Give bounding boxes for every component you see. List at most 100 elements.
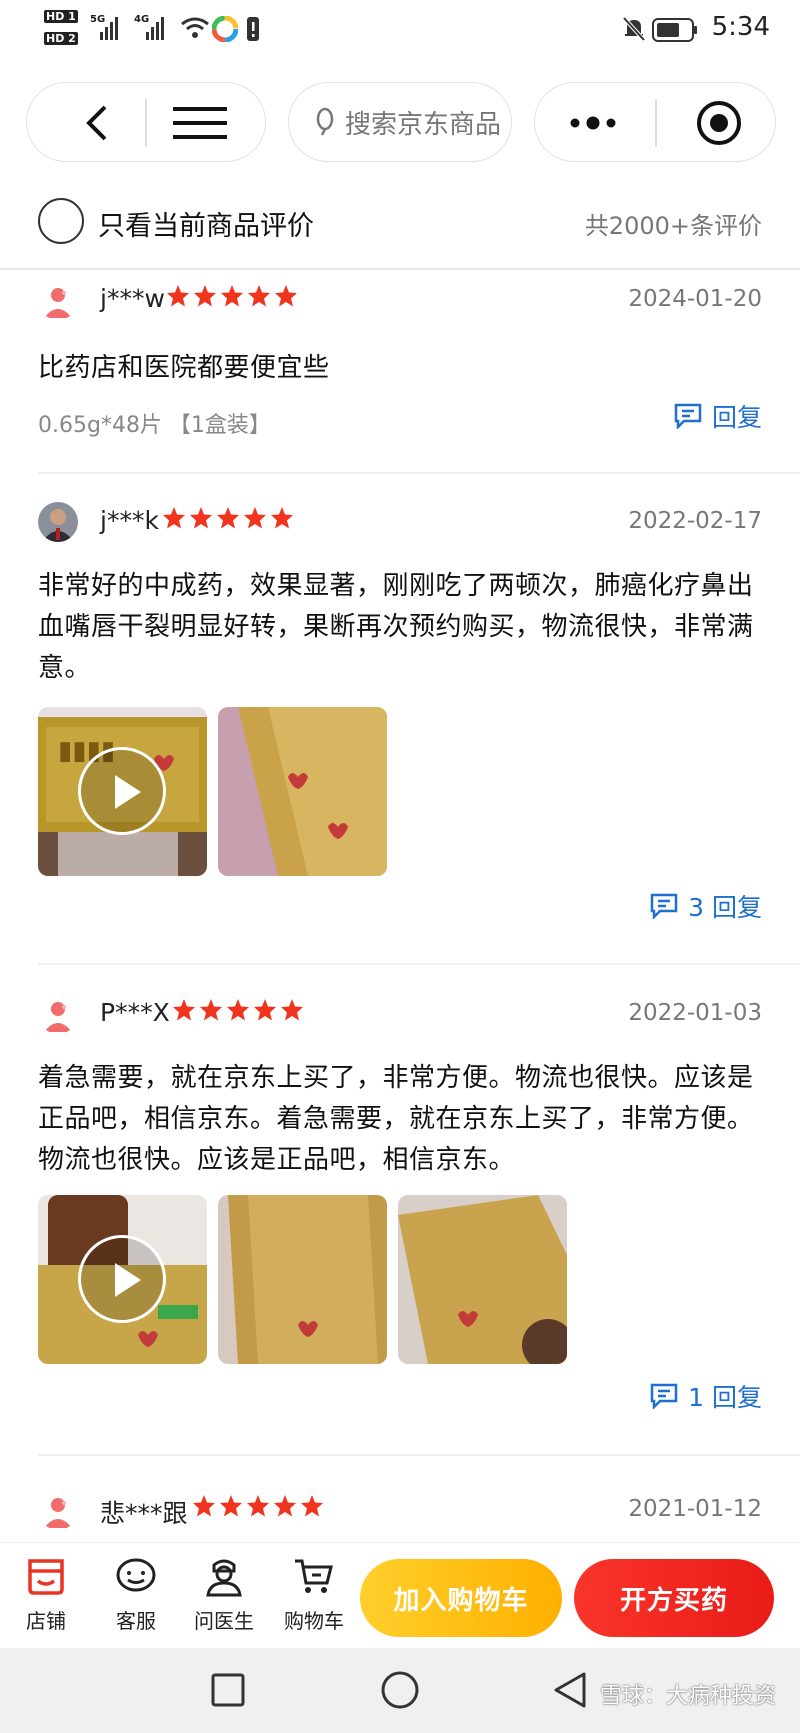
review-separator xyxy=(38,963,800,965)
username: j***w xyxy=(100,284,165,313)
rating-stars xyxy=(192,1494,324,1518)
username: 悲***跟 xyxy=(100,1499,188,1528)
back-arrow-icon[interactable] xyxy=(77,103,117,143)
review-date: 2022-02-17 xyxy=(628,508,762,534)
review-photo[interactable] xyxy=(218,1195,387,1364)
doctor-icon xyxy=(206,1559,242,1597)
tab-ask-doctor[interactable]: 问医生 xyxy=(184,1557,264,1634)
top-nav: 搜索京东商品 xyxy=(0,82,800,162)
review-date: 2022-01-03 xyxy=(628,1000,762,1026)
star-icon xyxy=(227,999,249,1021)
avatar xyxy=(38,994,78,1034)
watermark-text: 雪球：大病种投资 xyxy=(599,1684,776,1709)
review-video[interactable] xyxy=(38,1195,207,1364)
reply-button[interactable]: 1 回复 xyxy=(650,1378,762,1414)
star-icon xyxy=(244,507,266,529)
bottom-action-bar: 店铺 客服 问医生 购物车 加入购物车 开方买药 xyxy=(0,1542,800,1648)
chat-icon xyxy=(116,1558,156,1592)
close-target-icon[interactable] xyxy=(695,99,743,147)
username: P***X xyxy=(100,998,170,1027)
tab-label: 店铺 xyxy=(26,1609,66,1633)
product-spec: 0.65g*48片 【1盒装】 xyxy=(38,413,271,438)
review-item: j***w 2024-01-20 比药店和医院都要便宜些 0.65g*48片 【… xyxy=(38,280,762,439)
reply-button[interactable]: 回复 xyxy=(674,398,762,434)
review-media xyxy=(38,1195,762,1364)
play-icon xyxy=(78,747,166,835)
star-icon xyxy=(275,285,297,307)
avatar xyxy=(38,280,78,320)
star-icon xyxy=(163,507,185,529)
star-icon xyxy=(200,999,222,1021)
star-icon xyxy=(281,999,303,1021)
username: j***k xyxy=(100,506,159,535)
star-icon xyxy=(220,1495,242,1517)
menu-icon[interactable] xyxy=(173,103,229,143)
app-notification-icon xyxy=(212,16,238,42)
star-icon xyxy=(247,1495,269,1517)
review-photo[interactable] xyxy=(218,707,387,876)
star-icon xyxy=(167,285,189,307)
avatar xyxy=(38,1490,78,1530)
system-nav-bar: 雪球：大病种投资 xyxy=(0,1648,800,1733)
star-icon xyxy=(274,1495,296,1517)
wifi-icon xyxy=(181,17,209,38)
nav-capsule-left xyxy=(26,82,266,162)
hd1-badge: HD 1 xyxy=(44,10,78,23)
review-separator xyxy=(38,472,800,474)
review-date: 2021-01-12 xyxy=(628,1496,762,1522)
review-page: HD 1 HD 2 5G 4G 5:34 搜索京东商品 只看当前商品评价 共20… xyxy=(0,0,800,1733)
review-header: j***w 2024-01-20 xyxy=(38,280,762,326)
search-input[interactable]: 搜索京东商品 xyxy=(288,82,512,162)
tab-store[interactable]: 店铺 xyxy=(6,1557,86,1634)
back-triangle-icon[interactable] xyxy=(552,1670,588,1710)
alert-icon xyxy=(247,17,259,41)
more-icon[interactable] xyxy=(569,113,619,133)
signal-icon xyxy=(146,14,164,40)
star-icon xyxy=(248,285,270,307)
tab-cart[interactable]: 购物车 xyxy=(274,1557,354,1634)
review-item: j***k 2022-02-17 非常好的中成药，效果显著，刚刚吃了两顿次，肺癌… xyxy=(38,502,762,922)
add-to-cart-button[interactable]: 加入购物车 xyxy=(360,1559,562,1637)
tab-customer-service[interactable]: 客服 xyxy=(96,1557,176,1634)
rating-stars xyxy=(166,284,298,308)
reply-label: 回复 xyxy=(711,403,762,432)
divider xyxy=(655,99,657,147)
review-item: 悲***跟 2021-01-12 xyxy=(38,1490,762,1536)
reply-button[interactable]: 3 回复 xyxy=(650,888,762,924)
review-separator xyxy=(38,1454,800,1456)
rating-stars xyxy=(172,998,304,1022)
star-icon xyxy=(221,285,243,307)
review-video[interactable]: ▮▮▮▮ xyxy=(38,707,207,876)
status-bar: HD 1 HD 2 5G 4G 5:34 xyxy=(0,0,800,62)
tab-label: 购物车 xyxy=(284,1609,344,1633)
star-icon xyxy=(190,507,212,529)
product-photo xyxy=(218,1195,387,1364)
play-icon xyxy=(78,1235,166,1323)
review-photo[interactable] xyxy=(398,1195,567,1364)
review-filter: 只看当前商品评价 共2000+条评价 xyxy=(0,192,800,270)
store-icon xyxy=(28,1559,64,1595)
mute-bell-icon xyxy=(622,16,646,42)
review-text: 比药店和医院都要便宜些 xyxy=(38,353,330,383)
nav-capsule-right xyxy=(534,82,776,162)
avatar xyxy=(38,502,78,542)
clock: 5:34 xyxy=(711,12,770,42)
filter-label[interactable]: 只看当前商品评价 xyxy=(98,204,314,243)
prescription-buy-button[interactable]: 开方买药 xyxy=(574,1559,774,1637)
rating-stars xyxy=(162,506,294,530)
comment-icon xyxy=(650,1383,678,1409)
star-icon xyxy=(193,1495,215,1517)
review-header: 悲***跟 2021-01-12 xyxy=(38,1490,762,1536)
review-count: 共2000+条评价 xyxy=(584,212,762,240)
home-icon[interactable] xyxy=(380,1670,420,1710)
cart-icon xyxy=(295,1559,333,1593)
product-photo xyxy=(218,707,387,876)
tab-label: 问医生 xyxy=(194,1609,254,1633)
review-header: j***k 2022-02-17 xyxy=(38,502,762,548)
star-icon xyxy=(271,507,293,529)
filter-radio[interactable] xyxy=(38,198,84,244)
review-media: ▮▮▮▮ xyxy=(38,707,762,876)
review-text: 着急需要，就在京东上买了，非常方便。物流也很快。应该是正品吧，相信京东。着急需要… xyxy=(38,1063,754,1175)
star-icon xyxy=(301,1495,323,1517)
recent-apps-icon[interactable] xyxy=(210,1672,246,1708)
